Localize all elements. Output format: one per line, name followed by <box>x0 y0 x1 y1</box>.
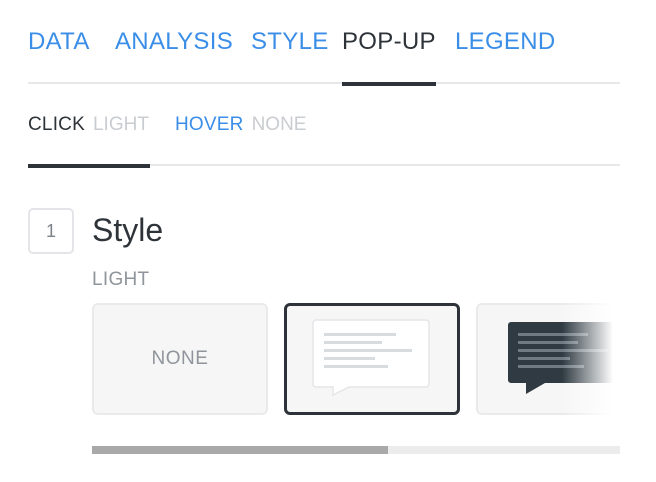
option-none[interactable]: NONE <box>92 303 268 415</box>
tab-analysis[interactable]: ANALYSIS <box>115 28 233 84</box>
subtab-click[interactable]: CLICK LIGHT <box>28 112 150 168</box>
tab-pop-up[interactable]: POP-UP <box>342 28 436 86</box>
option-none-label: NONE <box>151 348 209 369</box>
option-dark[interactable] <box>476 303 620 415</box>
subtab-hover-label: HOVER <box>175 114 244 135</box>
options-scrollbar[interactable] <box>92 446 620 454</box>
dark-popup-preview-icon <box>508 322 620 394</box>
subtab-click-label: CLICK <box>28 114 85 135</box>
subtab-hover[interactable]: HOVER NONE <box>175 112 306 166</box>
option-light[interactable] <box>284 303 460 415</box>
step-number: 1 <box>28 208 74 254</box>
subtab-click-value: LIGHT <box>92 114 149 135</box>
section-label: LIGHT <box>92 269 150 290</box>
subtab-hover-value: NONE <box>251 114 307 135</box>
step-title: Style <box>92 212 164 248</box>
main-tabs: DATA ANALYSIS STYLE POP-UP LEGEND <box>28 28 620 86</box>
popup-trigger-tabs: CLICK LIGHT HOVER NONE <box>28 112 620 168</box>
popup-style-options: NONE <box>92 303 620 415</box>
scrollbar-thumb[interactable] <box>92 446 388 454</box>
light-popup-preview-icon <box>312 319 430 397</box>
tab-legend[interactable]: LEGEND <box>455 28 556 84</box>
tab-style[interactable]: STYLE <box>251 28 329 84</box>
tab-data[interactable]: DATA <box>28 28 90 84</box>
